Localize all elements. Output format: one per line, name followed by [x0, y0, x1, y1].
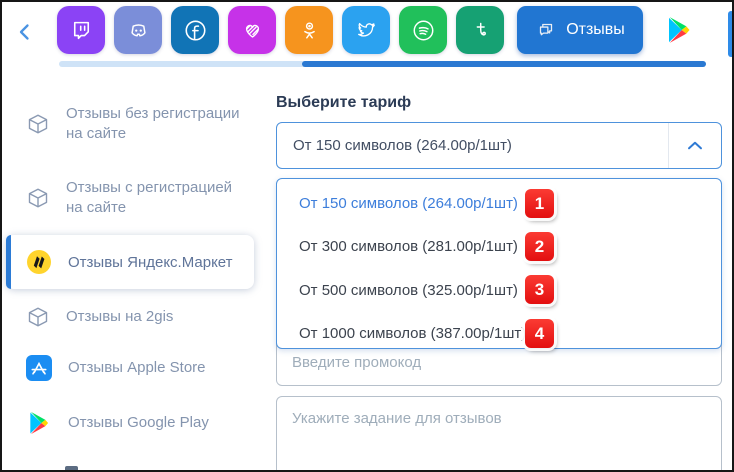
- facebook-icon: [184, 19, 206, 41]
- chat-bubbles-icon: [540, 23, 553, 36]
- sidebar-item-google-play[interactable]: Отзывы Google Play: [26, 410, 253, 436]
- tariff-dropdown-list: От 150 символов (264.00р/1шт) От 300 сим…: [276, 178, 722, 349]
- step-badge-3: 3: [525, 275, 554, 304]
- google-play-icon: [30, 411, 49, 435]
- spotify-icon: [413, 20, 433, 40]
- platform-tile-striped-heart[interactable]: [228, 6, 276, 54]
- sidebar-item-label: Отзывы с регистрацией на сайте: [66, 179, 233, 216]
- package-icon: [28, 114, 48, 134]
- platform-tile-facebook[interactable]: [171, 6, 219, 54]
- tariff-option-1000[interactable]: От 1000 символов (387.00р/1шт): [299, 318, 526, 348]
- step-badge-2: 2: [525, 232, 554, 261]
- tariff-option-300[interactable]: От 300 символов (281.00р/1шт): [299, 231, 518, 261]
- topbar-scrollbar-track[interactable]: [59, 61, 706, 67]
- sidebar-item-yandex-market-selected[interactable]: Отзывы Яндекс.Маркет: [6, 235, 254, 289]
- discord-icon: [130, 23, 146, 37]
- platform-tile-discord[interactable]: [114, 6, 162, 54]
- sidebar-item-label: Отзывы без регистрации на сайте: [66, 105, 240, 142]
- app-store-icon: [26, 355, 52, 381]
- chevron-up-icon: [688, 141, 702, 149]
- tariff-option-150[interactable]: От 150 символов (264.00р/1шт): [299, 188, 518, 218]
- clipped-next-tile: [728, 11, 732, 57]
- google-play-logo[interactable]: [664, 15, 694, 45]
- clipped-next-sidebar-item: [65, 466, 78, 470]
- review-task-textarea[interactable]: [276, 396, 722, 470]
- sidebar-item-label: Отзывы на 2gis: [66, 308, 174, 325]
- selected-accent-bar: [6, 235, 11, 289]
- platform-topbar: Отзывы: [2, 2, 732, 68]
- sidebar-item-reviews-no-registration[interactable]: Отзывы без регистрации на сайте: [26, 104, 251, 144]
- yandex-market-icon: [27, 250, 51, 274]
- tariff-option-500[interactable]: От 500 символов (325.00р/1шт): [299, 275, 518, 305]
- sidebar-item-label: Отзывы Яндекс.Маркет: [68, 253, 233, 271]
- platform-tile-odnoklassniki[interactable]: [285, 6, 333, 54]
- twitch-icon: [73, 21, 89, 39]
- select-toggle[interactable]: [668, 123, 721, 168]
- sidebar-item-label: Отзывы Apple Store: [68, 359, 206, 376]
- sidebar-item-label: Отзывы Google Play: [68, 414, 209, 431]
- chevron-left-icon: [19, 24, 29, 40]
- twitter-icon: [357, 22, 375, 37]
- category-sidebar: Отзывы без регистрации на сайте Отзывы с…: [2, 68, 268, 470]
- reviews-button-label: Отзывы: [566, 21, 625, 38]
- platform-tile-spotify[interactable]: [399, 6, 447, 54]
- platform-tile-trovo[interactable]: [456, 6, 504, 54]
- platform-tile-twitter[interactable]: [342, 6, 390, 54]
- platform-tile-twitch[interactable]: [57, 6, 105, 54]
- google-play-icon: [669, 17, 690, 43]
- striped-heart-icon: [245, 24, 259, 38]
- tariff-select-value: От 150 символов (264.00р/1шт): [293, 137, 512, 154]
- sidebar-item-reviews-with-registration[interactable]: Отзывы с регистрацией на сайте: [26, 178, 251, 218]
- sidebar-item-apple-store[interactable]: Отзывы Apple Store: [26, 355, 253, 381]
- odnoklassniki-icon: [303, 21, 315, 39]
- app-window: Отзывы Отзывы без регистрации на сайте О…: [0, 0, 734, 472]
- tariff-select[interactable]: От 150 символов (264.00р/1шт): [276, 122, 722, 169]
- step-badge-4: 4: [525, 319, 554, 348]
- package-icon: [28, 307, 48, 327]
- step-badge-1: 1: [525, 189, 554, 218]
- back-button[interactable]: [12, 20, 38, 46]
- page-title: Выберите тариф: [276, 94, 412, 111]
- platform-icon-row: Отзывы: [57, 6, 694, 54]
- sidebar-item-2gis[interactable]: Отзывы на 2gis: [26, 305, 251, 329]
- trovo-icon: [476, 22, 486, 36]
- package-icon: [28, 188, 48, 208]
- topbar-scrollbar-thumb[interactable]: [302, 61, 706, 67]
- reviews-button[interactable]: Отзывы: [517, 6, 643, 54]
